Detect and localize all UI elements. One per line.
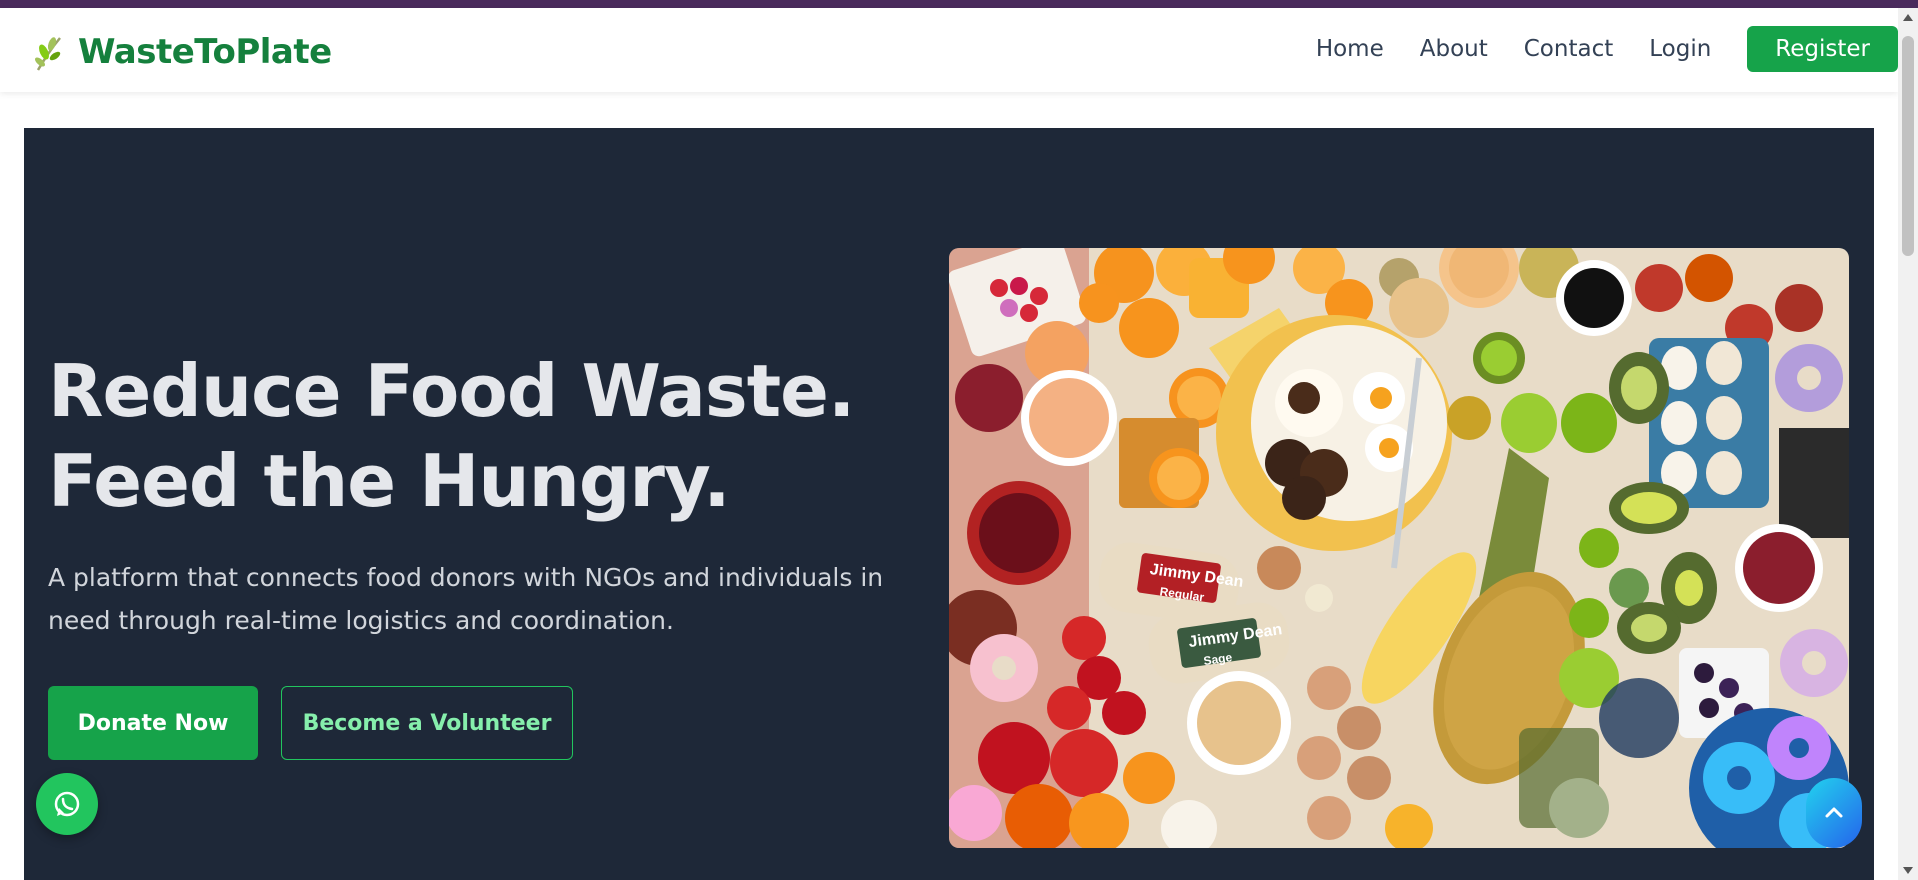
hero-description: A platform that connects food donors wit… xyxy=(48,563,884,635)
leaf-icon xyxy=(35,37,61,71)
scroll-thumb[interactable] xyxy=(1902,36,1914,256)
scroll-to-top-button[interactable] xyxy=(1806,778,1862,848)
hero-food-image: Jimmy Dean Regular Jimmy Dean Sage xyxy=(949,248,1849,848)
brand[interactable]: WasteToPlate xyxy=(30,32,332,72)
top-accent-strip xyxy=(0,0,1918,8)
whatsapp-button[interactable] xyxy=(36,773,98,835)
nav-link-login[interactable]: Login xyxy=(1649,36,1711,62)
hero-title-line1: Reduce Food Waste. xyxy=(48,349,855,433)
nav-link-about[interactable]: About xyxy=(1420,36,1488,62)
page-scrollbar[interactable] xyxy=(1898,8,1918,880)
become-volunteer-button[interactable]: Become a Volunteer xyxy=(281,686,573,760)
chevron-up-icon xyxy=(1825,807,1843,818)
scroll-down-arrow-icon[interactable] xyxy=(1903,867,1913,874)
hero-title: Reduce Food Waste. Feed the Hungry. xyxy=(48,346,855,526)
donate-now-button[interactable]: Donate Now xyxy=(48,686,258,760)
hero-title-line2: Feed the Hungry. xyxy=(48,439,731,523)
register-button[interactable]: Register xyxy=(1747,26,1898,72)
navbar: WasteToPlate Home About Contact Login Re… xyxy=(0,8,1898,92)
whatsapp-icon xyxy=(54,791,80,817)
nav-link-home[interactable]: Home xyxy=(1316,36,1384,62)
hero-section: Reduce Food Waste. Feed the Hungry. A pl… xyxy=(24,128,1874,880)
nav-link-contact[interactable]: Contact xyxy=(1524,36,1613,62)
nav-links: Home About Contact Login Register xyxy=(1316,26,1898,72)
brand-name: WasteToPlate xyxy=(78,32,332,72)
scroll-up-arrow-icon[interactable] xyxy=(1903,14,1913,21)
